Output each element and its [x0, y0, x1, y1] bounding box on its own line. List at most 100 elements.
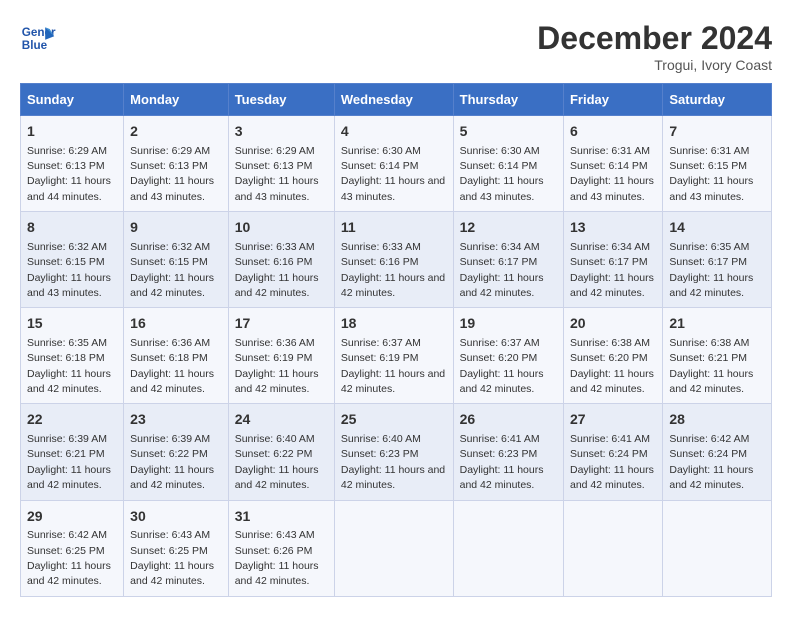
calendar-cell: 27 Sunrise: 6:41 AMSunset: 6:24 PMDayligh…	[563, 404, 662, 500]
day-info: Sunrise: 6:31 AMSunset: 6:15 PMDaylight:…	[669, 145, 753, 203]
calendar-cell: 16Sunrise: 6:36 AMSunset: 6:18 PMDayligh…	[124, 308, 229, 404]
calendar-cell: 21 Sunrise: 6:38 AMSunset: 6:21 PMDayligh…	[663, 308, 772, 404]
day-info: Sunrise: 6:29 AMSunset: 6:13 PMDaylight:…	[27, 145, 111, 203]
day-info: Sunrise: 6:35 AMSunset: 6:17 PMDaylight:…	[669, 241, 753, 299]
day-info: Sunrise: 6:41 AMSunset: 6:24 PMDaylight:…	[570, 433, 654, 491]
day-number: 26	[460, 410, 557, 430]
day-number: 13	[570, 218, 656, 238]
day-info: Sunrise: 6:31 AMSunset: 6:14 PMDaylight:…	[570, 145, 654, 203]
calendar-table: SundayMondayTuesdayWednesdayThursdayFrid…	[20, 83, 772, 597]
calendar-cell: 20Sunrise: 6:38 AMSunset: 6:20 PMDayligh…	[563, 308, 662, 404]
location: Trogui, Ivory Coast	[537, 57, 772, 73]
day-info: Sunrise: 6:42 AMSunset: 6:25 PMDaylight:…	[27, 529, 111, 587]
day-number: 1	[27, 122, 117, 142]
header-wednesday: Wednesday	[334, 84, 453, 116]
calendar-cell	[334, 500, 453, 596]
day-info: Sunrise: 6:40 AMSunset: 6:23 PMDaylight:…	[341, 433, 445, 491]
day-info: Sunrise: 6:37 AMSunset: 6:19 PMDaylight:…	[341, 337, 445, 395]
calendar-cell: 10Sunrise: 6:33 AMSunset: 6:16 PMDayligh…	[228, 212, 334, 308]
calendar-week-1: 1 Sunrise: 6:29 AMSunset: 6:13 PMDaylight…	[21, 116, 772, 212]
day-info: Sunrise: 6:43 AMSunset: 6:26 PMDaylight:…	[235, 529, 319, 587]
day-info: Sunrise: 6:33 AMSunset: 6:16 PMDaylight:…	[235, 241, 319, 299]
calendar-week-4: 22 Sunrise: 6:39 AMSunset: 6:21 PMDayligh…	[21, 404, 772, 500]
day-info: Sunrise: 6:29 AMSunset: 6:13 PMDaylight:…	[235, 145, 319, 203]
day-number: 2	[130, 122, 222, 142]
calendar-cell	[563, 500, 662, 596]
calendar-cell: 22 Sunrise: 6:39 AMSunset: 6:21 PMDayligh…	[21, 404, 124, 500]
day-number: 18	[341, 314, 447, 334]
calendar-cell: 2Sunrise: 6:29 AMSunset: 6:13 PMDaylight…	[124, 116, 229, 212]
day-number: 24	[235, 410, 328, 430]
day-info: Sunrise: 6:37 AMSunset: 6:20 PMDaylight:…	[460, 337, 544, 395]
day-info: Sunrise: 6:39 AMSunset: 6:22 PMDaylight:…	[130, 433, 214, 491]
calendar-cell: 4Sunrise: 6:30 AMSunset: 6:14 PMDaylight…	[334, 116, 453, 212]
calendar-cell: 26 Sunrise: 6:41 AMSunset: 6:23 PMDayligh…	[453, 404, 563, 500]
calendar-cell: 29Sunrise: 6:42 AMSunset: 6:25 PMDayligh…	[21, 500, 124, 596]
day-number: 27	[570, 410, 656, 430]
day-info: Sunrise: 6:42 AMSunset: 6:24 PMDaylight:…	[669, 433, 753, 491]
day-number: 6	[570, 122, 656, 142]
day-info: Sunrise: 6:35 AMSunset: 6:18 PMDaylight:…	[27, 337, 111, 395]
day-number: 19	[460, 314, 557, 334]
day-info: Sunrise: 6:30 AMSunset: 6:14 PMDaylight:…	[341, 145, 445, 203]
header-tuesday: Tuesday	[228, 84, 334, 116]
calendar-cell	[663, 500, 772, 596]
day-number: 22	[27, 410, 117, 430]
calendar-cell: 11 Sunrise: 6:33 AMSunset: 6:16 PMDayligh…	[334, 212, 453, 308]
calendar-cell: 13 Sunrise: 6:34 AMSunset: 6:17 PMDayligh…	[563, 212, 662, 308]
day-info: Sunrise: 6:30 AMSunset: 6:14 PMDaylight:…	[460, 145, 544, 203]
calendar-cell: 7 Sunrise: 6:31 AMSunset: 6:15 PMDaylight…	[663, 116, 772, 212]
header-saturday: Saturday	[663, 84, 772, 116]
calendar-cell: 24 Sunrise: 6:40 AMSunset: 6:22 PMDayligh…	[228, 404, 334, 500]
day-number: 3	[235, 122, 328, 142]
calendar-cell: 23Sunrise: 6:39 AMSunset: 6:22 PMDayligh…	[124, 404, 229, 500]
day-number: 20	[570, 314, 656, 334]
calendar-cell: 9Sunrise: 6:32 AMSunset: 6:15 PMDaylight…	[124, 212, 229, 308]
calendar-cell: 31Sunrise: 6:43 AMSunset: 6:26 PMDayligh…	[228, 500, 334, 596]
day-number: 5	[460, 122, 557, 142]
day-info: Sunrise: 6:39 AMSunset: 6:21 PMDaylight:…	[27, 433, 111, 491]
day-info: Sunrise: 6:33 AMSunset: 6:16 PMDaylight:…	[341, 241, 445, 299]
day-info: Sunrise: 6:38 AMSunset: 6:21 PMDaylight:…	[669, 337, 753, 395]
calendar-cell	[453, 500, 563, 596]
day-number: 14	[669, 218, 765, 238]
title-block: December 2024 Trogui, Ivory Coast	[537, 20, 772, 73]
day-info: Sunrise: 6:32 AMSunset: 6:15 PMDaylight:…	[27, 241, 111, 299]
day-number: 15	[27, 314, 117, 334]
calendar-cell: 3 Sunrise: 6:29 AMSunset: 6:13 PMDaylight…	[228, 116, 334, 212]
calendar-cell: 25 Sunrise: 6:40 AMSunset: 6:23 PMDayligh…	[334, 404, 453, 500]
calendar-week-3: 15 Sunrise: 6:35 AMSunset: 6:18 PMDayligh…	[21, 308, 772, 404]
calendar-cell: 30Sunrise: 6:43 AMSunset: 6:25 PMDayligh…	[124, 500, 229, 596]
day-info: Sunrise: 6:34 AMSunset: 6:17 PMDaylight:…	[570, 241, 654, 299]
day-info: Sunrise: 6:34 AMSunset: 6:17 PMDaylight:…	[460, 241, 544, 299]
calendar-week-5: 29Sunrise: 6:42 AMSunset: 6:25 PMDayligh…	[21, 500, 772, 596]
header-friday: Friday	[563, 84, 662, 116]
header-monday: Monday	[124, 84, 229, 116]
calendar-cell: 15 Sunrise: 6:35 AMSunset: 6:18 PMDayligh…	[21, 308, 124, 404]
day-info: Sunrise: 6:32 AMSunset: 6:15 PMDaylight:…	[130, 241, 214, 299]
day-number: 25	[341, 410, 447, 430]
calendar-cell: 19 Sunrise: 6:37 AMSunset: 6:20 PMDayligh…	[453, 308, 563, 404]
header-thursday: Thursday	[453, 84, 563, 116]
calendar-cell: 14 Sunrise: 6:35 AMSunset: 6:17 PMDayligh…	[663, 212, 772, 308]
page-header: General Blue December 2024 Trogui, Ivory…	[20, 20, 772, 73]
day-number: 17	[235, 314, 328, 334]
calendar-cell: 17 Sunrise: 6:36 AMSunset: 6:19 PMDayligh…	[228, 308, 334, 404]
logo: General Blue	[20, 20, 56, 56]
day-info: Sunrise: 6:41 AMSunset: 6:23 PMDaylight:…	[460, 433, 544, 491]
calendar-cell: 12 Sunrise: 6:34 AMSunset: 6:17 PMDayligh…	[453, 212, 563, 308]
calendar-cell: 18 Sunrise: 6:37 AMSunset: 6:19 PMDayligh…	[334, 308, 453, 404]
calendar-cell: 8Sunrise: 6:32 AMSunset: 6:15 PMDaylight…	[21, 212, 124, 308]
day-info: Sunrise: 6:36 AMSunset: 6:19 PMDaylight:…	[235, 337, 319, 395]
day-info: Sunrise: 6:36 AMSunset: 6:18 PMDaylight:…	[130, 337, 214, 395]
day-info: Sunrise: 6:40 AMSunset: 6:22 PMDaylight:…	[235, 433, 319, 491]
calendar-cell: 6 Sunrise: 6:31 AMSunset: 6:14 PMDaylight…	[563, 116, 662, 212]
day-info: Sunrise: 6:43 AMSunset: 6:25 PMDaylight:…	[130, 529, 214, 587]
svg-text:Blue: Blue	[22, 39, 48, 52]
calendar-cell: 1 Sunrise: 6:29 AMSunset: 6:13 PMDaylight…	[21, 116, 124, 212]
day-number: 21	[669, 314, 765, 334]
day-number: 12	[460, 218, 557, 238]
day-number: 7	[669, 122, 765, 142]
calendar-cell: 28Sunrise: 6:42 AMSunset: 6:24 PMDayligh…	[663, 404, 772, 500]
day-number: 11	[341, 218, 447, 238]
